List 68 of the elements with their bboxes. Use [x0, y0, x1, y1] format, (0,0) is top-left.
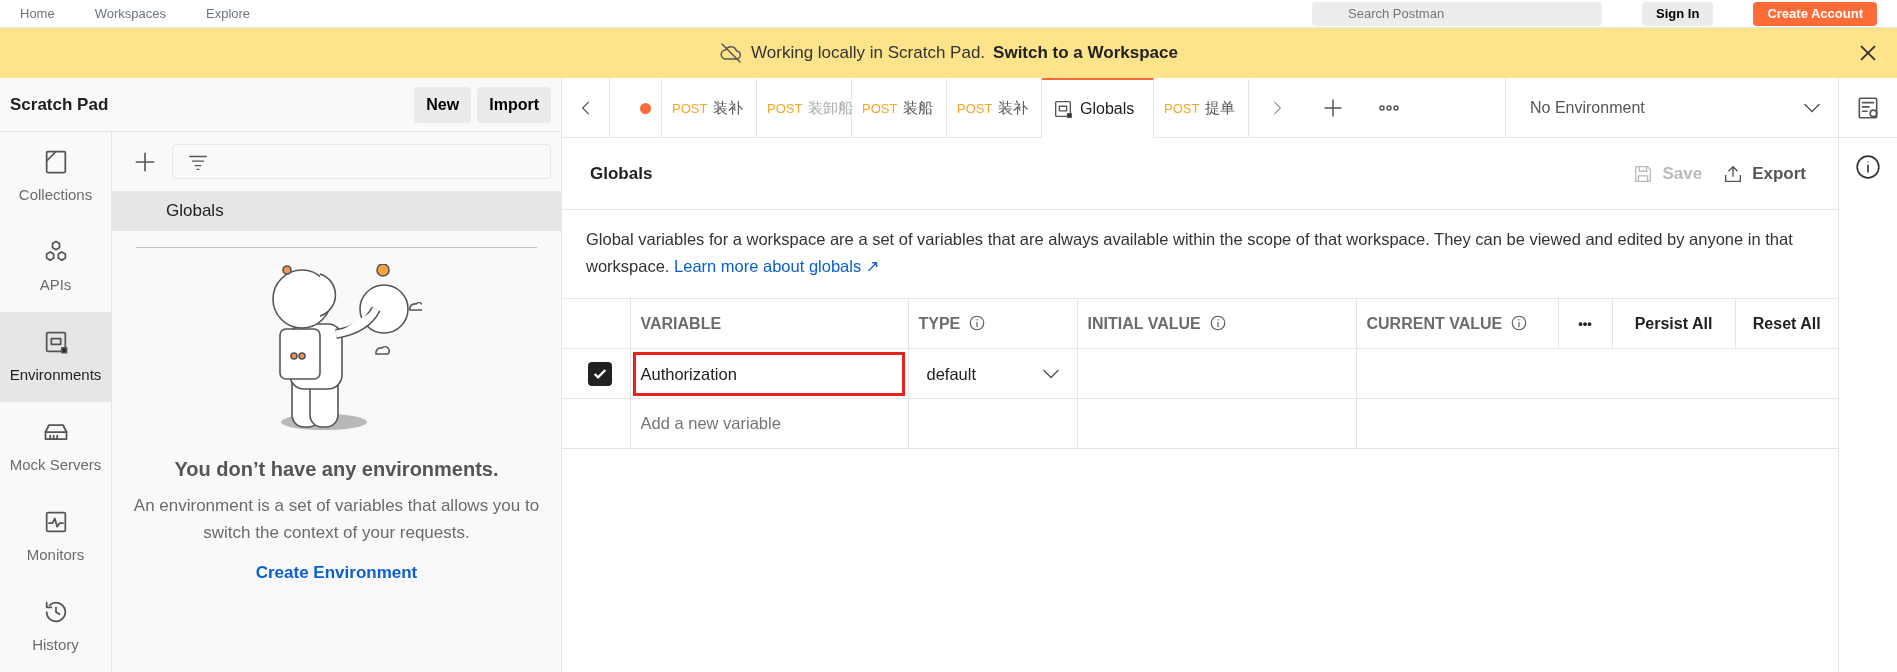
unsaved-dot	[640, 103, 651, 114]
nav-label: APIs	[39, 274, 72, 295]
column-header: INITIAL VALUE	[1077, 298, 1356, 349]
nav-label: Collections	[18, 184, 93, 205]
nav-link[interactable]: Workspaces	[94, 3, 166, 24]
tab-label: 装卸船	[808, 98, 854, 119]
sidebar-nav-item[interactable]: Environments	[0, 312, 111, 402]
reset-all-button[interactable]: Reset All	[1735, 298, 1838, 349]
sidebar-nav-item[interactable]: Mock Servers	[0, 402, 111, 492]
info-icon[interactable]	[1208, 313, 1227, 332]
nav-link[interactable]: Home	[20, 3, 55, 24]
tab-label: 装船	[903, 98, 934, 119]
export-button[interactable]: Export	[1712, 156, 1816, 191]
info-icon[interactable]	[1855, 154, 1881, 180]
table-cell[interactable]: Authorization	[630, 348, 908, 399]
type-select[interactable]: default	[908, 348, 1077, 399]
table-cell[interactable]	[1077, 348, 1356, 399]
search-field[interactable]: Search Postman	[1312, 1, 1603, 26]
sidebar-nav-item[interactable]: APIs	[0, 222, 111, 312]
sidebar-nav-item[interactable]: Monitors	[0, 492, 111, 582]
filter-field[interactable]	[172, 144, 551, 179]
empty-state-title: You don’t have any environments.	[173, 457, 500, 482]
request-tab[interactable]: POST 装船	[852, 78, 947, 137]
banner-text: Working locally in Scratch Pad.	[751, 42, 986, 65]
method-label: POST	[862, 99, 898, 118]
environment-item[interactable]: Globals	[112, 191, 561, 231]
request-tab[interactable]: Globals	[1042, 78, 1154, 138]
sign-in-button[interactable]: Sign In	[1642, 1, 1714, 26]
header-button[interactable]: Import	[477, 86, 551, 123]
request-tab[interactable]: POST 装补	[947, 78, 1042, 137]
description-text: Global variables for a workspace are a set of variables that are always available within the scope of that workspace. They can be viewed and edited by anyone in that workspace. Learn more about globals ↗	[585, 229, 1794, 278]
nav-label: Mock Servers	[9, 454, 102, 475]
sidebar-title: Scratch Pad	[10, 93, 109, 116]
tab-label: 提单	[1205, 98, 1236, 119]
method-label: POST	[1164, 99, 1200, 118]
cloud-off-icon	[719, 41, 744, 65]
tab-label: 装补	[713, 98, 744, 119]
checkbox[interactable]	[588, 361, 612, 386]
method-label: POST	[672, 99, 708, 118]
tab-label: Globals	[1080, 98, 1135, 119]
page-title: Globals	[590, 162, 653, 185]
learn-more-link[interactable]: Learn more about globals ↗	[674, 257, 880, 276]
more-button[interactable]: •••	[1558, 298, 1612, 349]
tab-label: 装补	[998, 98, 1029, 119]
sidebar-nav-item[interactable]: Collections	[0, 132, 111, 222]
info-icon[interactable]	[1510, 313, 1529, 332]
column-header: TYPE	[908, 298, 1077, 349]
method-label: POST	[767, 99, 803, 118]
request-tab[interactable]: POST 提单	[1154, 78, 1249, 137]
nav-link[interactable]: Explore	[206, 3, 251, 24]
column-header: VARIABLE	[630, 298, 908, 349]
column-header: CURRENT VALUE	[1356, 298, 1558, 349]
empty-state-text: An environment is a set of variables that allows you to switch the context of your requests.	[132, 495, 541, 545]
method-label: POST	[957, 99, 993, 118]
create-environment-link[interactable]: Create Environment	[112, 560, 561, 586]
nav-label: Monitors	[26, 544, 85, 565]
request-tab[interactable]: POST 装补	[662, 78, 757, 137]
nav-label: Environments	[9, 364, 102, 385]
new-variable-field[interactable]: Add a new variable	[630, 399, 908, 448]
nav-label: History	[32, 634, 79, 655]
banner-link[interactable]: Switch to a Workspace	[993, 40, 1178, 66]
environment-select[interactable]: No Environment	[1505, 78, 1838, 137]
persist-all-button[interactable]: Persist All	[1612, 298, 1735, 349]
sidebar-nav-item[interactable]: History	[0, 582, 111, 672]
header-button[interactable]: New	[414, 86, 472, 123]
chevron-down-icon	[1804, 102, 1820, 113]
chevron-down-icon	[1042, 368, 1059, 379]
info-icon[interactable]	[968, 313, 987, 332]
